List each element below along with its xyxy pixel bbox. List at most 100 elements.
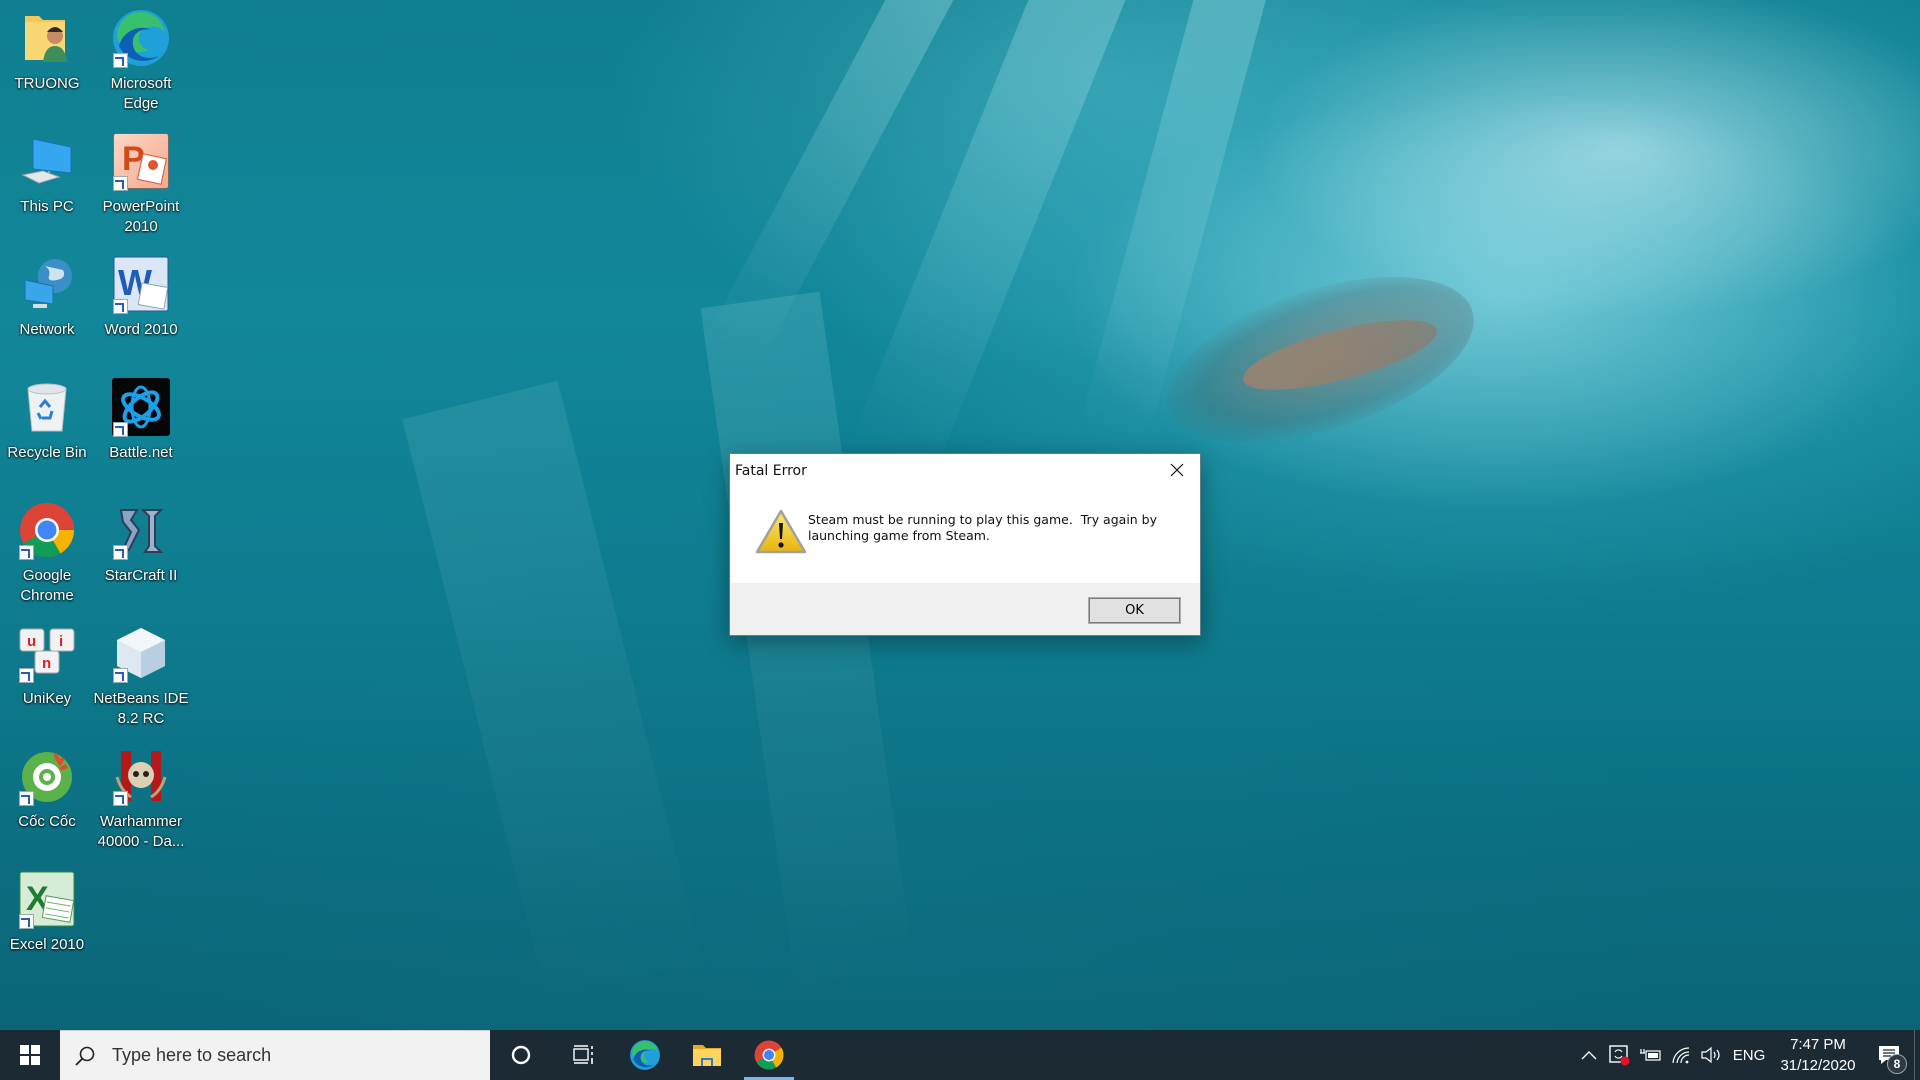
svg-text:n: n	[42, 655, 51, 672]
desktop-icon-network[interactable]: Network	[1, 246, 93, 364]
desktop-icon-microsoft-edge[interactable]: Microsoft Edge	[95, 0, 187, 118]
dialog-message: Steam must be running to play this game.…	[808, 512, 1158, 543]
taskbar: Type here to search ENG 7:47 PM 31/12/20…	[0, 1030, 1920, 1080]
unikey-icon: u in	[17, 623, 77, 683]
taskbar-file-explorer-button[interactable]	[676, 1030, 738, 1080]
shortcut-arrow-icon	[113, 176, 128, 191]
warning-icon	[755, 509, 807, 554]
search-icon	[75, 1046, 95, 1066]
clock-time: 7:47 PM	[1790, 1036, 1846, 1053]
shortcut-arrow-icon	[113, 53, 128, 68]
desktop-icon-coccoc[interactable]: Cốc Cốc	[1, 738, 93, 856]
desktop-icon-netbeans[interactable]: NetBeans IDE 8.2 RC	[93, 615, 189, 733]
desktop-icon-excel[interactable]: X Excel 2010	[1, 861, 93, 979]
netbeans-icon	[111, 623, 171, 683]
desktop-icon-label: Google Chrome	[20, 567, 74, 604]
warhammer-icon	[111, 746, 171, 806]
desktop-icon-label: Warhammer 40000 - Da...	[97, 813, 185, 850]
action-center-button[interactable]: 8	[1864, 1030, 1914, 1080]
wifi-icon	[1672, 1047, 1690, 1064]
desktop-icon-label: Battle.net	[109, 444, 173, 461]
battery-button[interactable]	[1636, 1030, 1666, 1080]
computer-icon	[17, 131, 77, 191]
file-explorer-icon	[693, 1045, 721, 1066]
powerpoint-icon: P	[111, 131, 171, 191]
dialog-body: Steam must be running to play this game.…	[730, 488, 1200, 584]
coccoc-icon	[17, 746, 77, 806]
desktop-icon-label: Excel 2010	[9, 936, 85, 953]
search-box[interactable]: Type here to search	[60, 1030, 490, 1080]
task-view-button[interactable]	[552, 1030, 614, 1080]
chevron-up-icon	[1581, 1051, 1597, 1060]
desktop-icon-recycle-bin[interactable]: Recycle Bin	[1, 369, 93, 487]
windows-logo-icon	[20, 1045, 40, 1065]
svg-text:i: i	[59, 633, 63, 650]
shortcut-arrow-icon	[19, 668, 34, 683]
shortcut-arrow-icon	[19, 791, 34, 806]
desktop-icon-powerpoint[interactable]: P PowerPoint 2010	[95, 123, 187, 241]
chrome-icon	[17, 500, 77, 560]
dialog-footer: OK	[730, 583, 1200, 635]
network-icon	[17, 254, 77, 314]
shortcut-arrow-icon	[113, 668, 128, 683]
desktop-icon-label: This PC	[20, 198, 74, 215]
desktop-icon-label: PowerPoint 2010	[102, 198, 180, 235]
battlenet-icon	[111, 377, 171, 437]
wifi-button[interactable]	[1666, 1030, 1696, 1080]
desktop-icon-word[interactable]: W Word 2010	[95, 246, 187, 364]
speaker-icon	[1701, 1046, 1720, 1064]
clock-date: 31/12/2020	[1780, 1057, 1856, 1074]
desktop-icon-label: Recycle Bin	[7, 444, 87, 461]
excel-icon: X	[17, 869, 77, 929]
shortcut-arrow-icon	[19, 914, 34, 929]
starcraft-icon	[111, 500, 171, 560]
taskbar-edge-button[interactable]	[614, 1030, 676, 1080]
svg-text:u: u	[27, 633, 36, 650]
sync-app-icon	[1609, 1045, 1630, 1066]
shortcut-arrow-icon	[113, 299, 128, 314]
volume-button[interactable]	[1696, 1030, 1726, 1080]
desktop-icon-label: Microsoft Edge	[110, 75, 172, 112]
edge-icon	[111, 8, 171, 68]
start-button[interactable]	[0, 1030, 60, 1080]
desktop-icon-google-chrome[interactable]: Google Chrome	[1, 492, 93, 610]
cortana-icon	[511, 1045, 531, 1065]
word-icon: W	[111, 254, 171, 314]
desktop-icon-this-pc[interactable]: This PC	[1, 123, 93, 241]
task-view-icon	[573, 1045, 593, 1064]
desktop-icon-starcraft[interactable]: StarCraft II	[95, 492, 187, 610]
recycle-bin-icon	[17, 377, 77, 437]
chrome-icon	[754, 1040, 784, 1070]
show-desktop-button[interactable]	[1914, 1030, 1920, 1080]
desktop-icon-label: StarCraft II	[104, 567, 178, 584]
show-hidden-icons-button[interactable]	[1574, 1030, 1604, 1080]
ok-button[interactable]: OK	[1088, 597, 1181, 624]
desktop-icon-warhammer[interactable]: Warhammer 40000 - Da...	[95, 738, 187, 856]
light-ray	[402, 380, 708, 1021]
dialog-titlebar[interactable]: Fatal Error	[730, 454, 1200, 488]
desktop-icon-battlenet[interactable]: Battle.net	[95, 369, 187, 487]
desktop-icon-label: Network	[19, 321, 75, 338]
user-folder-icon	[17, 8, 77, 68]
shortcut-arrow-icon	[113, 422, 128, 437]
desktop-icon-label: UniKey	[22, 690, 72, 707]
taskbar-chrome-button[interactable]	[738, 1030, 800, 1080]
desktop-icon-label: Cốc Cốc	[18, 813, 76, 830]
input-language-button[interactable]: ENG	[1726, 1030, 1772, 1080]
edge-icon	[630, 1040, 660, 1070]
desktop-icon-unikey[interactable]: u in UniKey	[1, 615, 93, 733]
clock-button[interactable]: 7:47 PM 31/12/2020	[1772, 1034, 1864, 1076]
desktop-icon-truong[interactable]: TRUONG	[1, 0, 93, 118]
shortcut-arrow-icon	[113, 791, 128, 806]
cortana-button[interactable]	[490, 1030, 552, 1080]
system-tray: ENG 7:47 PM 31/12/2020 8	[1574, 1030, 1920, 1080]
dialog-title: Fatal Error	[735, 463, 807, 479]
desktop-icon-label: Word 2010	[104, 321, 178, 338]
notification-count-badge: 8	[1887, 1054, 1907, 1074]
search-placeholder: Type here to search	[112, 1045, 272, 1065]
battery-charging-icon	[1640, 1049, 1661, 1061]
tray-app-button[interactable]	[1604, 1030, 1636, 1080]
shortcut-arrow-icon	[19, 545, 34, 560]
desktop-icon-label: TRUONG	[14, 75, 80, 92]
close-button[interactable]	[1154, 454, 1200, 486]
